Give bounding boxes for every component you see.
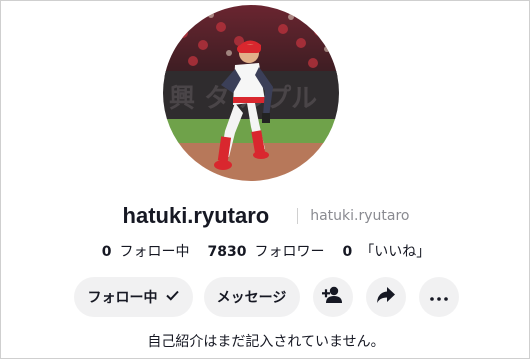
check-icon	[165, 289, 179, 305]
stat-following[interactable]: 0 フォロー中	[102, 241, 190, 261]
stat-following-label: フォロー中	[119, 244, 190, 260]
following-button-label: フォロー中	[87, 290, 158, 306]
stat-followers[interactable]: 7830 フォロワー	[208, 241, 325, 261]
more-horizontal-icon	[429, 289, 448, 305]
add-friend-button[interactable]	[312, 277, 353, 317]
name-separator	[297, 208, 299, 224]
stat-likes-label: 「いいね」	[360, 244, 431, 260]
share-arrow-icon	[376, 286, 396, 308]
more-options-button[interactable]	[418, 277, 459, 317]
share-button[interactable]	[365, 277, 406, 317]
stats-row: 0 フォロー中 7830 フォロワー 0 「いいね」	[1, 241, 530, 261]
stat-followers-count: 7830	[207, 244, 247, 260]
following-button[interactable]: フォロー中	[73, 277, 193, 317]
profile-name-row: hatuki.ryutaro hatuki.ryutaro	[1, 203, 530, 229]
person-add-icon	[321, 286, 344, 308]
avatar-photo: 興 タ ルプル	[163, 5, 339, 181]
bio-text: 自己紹介はまだ記入されていません。	[147, 334, 385, 350]
stat-followers-label: フォロワー	[254, 244, 325, 260]
stat-following-count: 0	[101, 244, 112, 260]
avatar[interactable]: 興 タ ルプル	[163, 5, 339, 181]
username: hatuki.ryutaro	[122, 203, 270, 228]
message-button[interactable]: メッセージ	[203, 277, 300, 317]
message-button-label: メッセージ	[216, 290, 287, 306]
user-handle: hatuki.ryutaro	[310, 208, 410, 224]
stat-likes: 0 「いいね」	[342, 241, 430, 261]
stat-likes-count: 0	[342, 244, 353, 260]
action-buttons: フォロー中 メッセージ	[1, 277, 530, 317]
